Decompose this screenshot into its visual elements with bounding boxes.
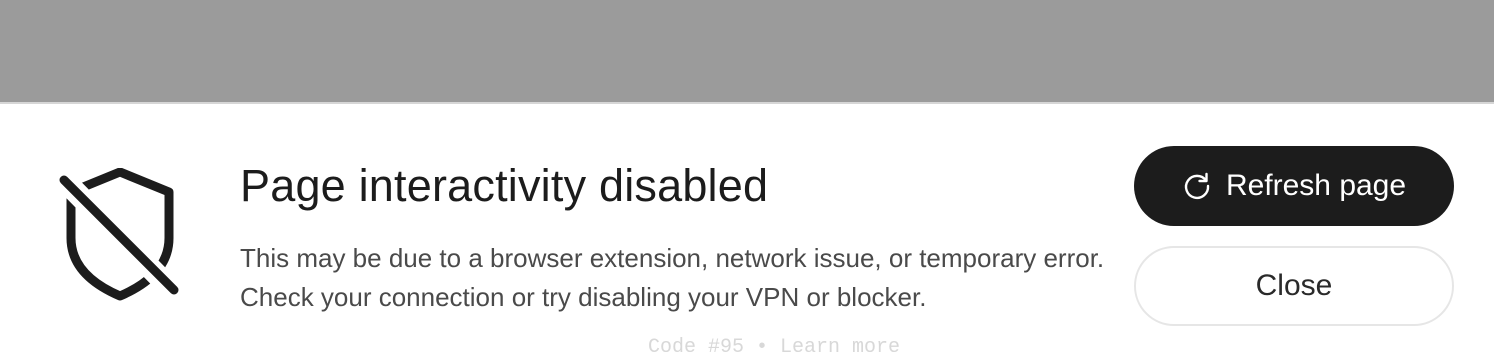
refresh-page-button[interactable]: Refresh page [1134,146,1454,226]
refresh-icon [1184,172,1210,200]
footer-separator: • [755,336,768,359]
page-backdrop [0,0,1494,102]
error-code: Code #95 [647,336,744,359]
interactivity-disabled-banner: Page interactivity disabled This may be … [0,102,1494,364]
dialog-message: This may be due to a browser extension, … [240,243,1105,312]
learn-more-link[interactable]: Learn more [780,336,900,359]
dialog-title: Page interactivity disabled [240,160,769,211]
shield-off-icon [56,168,184,302]
close-button[interactable]: Close [1134,246,1454,326]
close-label: Close [1255,269,1333,302]
error-footer: Code #95 • Learn more [0,336,1494,359]
refresh-page-label: Refresh page [1225,169,1407,202]
